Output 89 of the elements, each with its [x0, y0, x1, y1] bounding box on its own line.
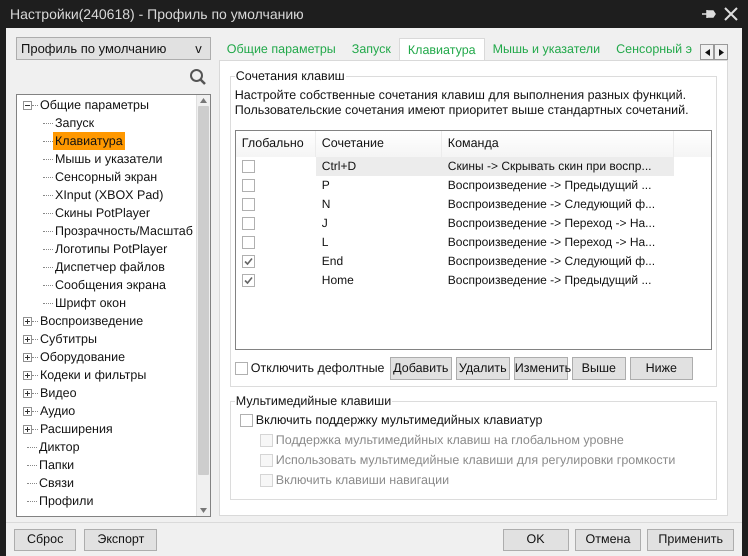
checkbox-label: Использовать мультимедийные клавиши для регулировки громкости — [276, 452, 676, 470]
checkbox[interactable] — [242, 178, 255, 192]
table-cell-text: P — [320, 177, 331, 194]
profile-dropdown[interactable]: Профиль по умолчанию v — [16, 37, 211, 60]
table-cell-text: J — [320, 215, 329, 232]
checkbox-label: Включить поддержку мультимедийных клавиатур — [256, 412, 542, 430]
tree-item[interactable]: Оборудование — [38, 348, 128, 366]
expand-icon[interactable] — [23, 370, 32, 380]
tree-item[interactable]: Диктор — [37, 438, 82, 456]
collapse-icon[interactable] — [23, 100, 32, 110]
tree-item[interactable]: Сообщения экрана — [53, 276, 168, 294]
tree-item[interactable]: Запуск — [53, 114, 96, 132]
expand-icon[interactable] — [23, 352, 32, 362]
tree-item[interactable]: Папки — [37, 456, 76, 474]
table-row[interactable]: End Воспроизведение -> Следующий ф... — [316, 252, 674, 271]
tree-item[interactable]: Кодеки и фильтры — [38, 366, 148, 384]
column-header[interactable]: Глобально — [236, 130, 316, 157]
scroll-up-icon[interactable] — [200, 98, 207, 103]
tree-item[interactable]: Видео — [38, 384, 79, 402]
tree-item[interactable]: Прозрачность/Масштаб — [53, 222, 195, 240]
scrollbar[interactable] — [196, 95, 210, 516]
action-button[interactable]: Ниже — [630, 356, 693, 380]
window-title: Настройки(240618) - Профиль по умолчанию — [10, 4, 304, 24]
footer-button[interactable]: Применить — [647, 528, 734, 550]
tree-item[interactable]: Связи — [37, 474, 76, 492]
table-cell-text: Воспроизведение -> Следующий ф... — [446, 196, 656, 214]
table-cell-text: N — [320, 196, 332, 214]
checkbox-label: Отключить дефолтные — [250, 360, 385, 377]
table-cell-text: Воспроизведение -> Переход -> На... — [446, 215, 656, 232]
table-cell-text: Воспроизведение -> Следующий ф... — [446, 253, 656, 270]
tree-item[interactable]: Аудио — [38, 402, 78, 420]
tree-item[interactable]: Субтитры — [38, 330, 99, 348]
checkbox[interactable] — [242, 254, 255, 268]
expand-icon[interactable] — [23, 424, 32, 434]
scroll-down-icon[interactable] — [200, 508, 207, 513]
checkbox[interactable] — [242, 216, 255, 230]
table-row[interactable]: Ctrl+D Скины -> Скрывать скин при воспр... — [316, 156, 674, 176]
close-icon[interactable] — [724, 7, 738, 21]
checkbox[interactable] — [234, 362, 248, 375]
expand-icon[interactable] — [23, 388, 32, 398]
tree-item[interactable]: Клавиатура — [53, 132, 125, 150]
checkbox-label: Поддержка мультимедийных клавиш на глобальном уровне — [276, 432, 624, 450]
table-cell-text: Home — [320, 272, 355, 290]
action-button[interactable]: Добавить — [390, 356, 452, 380]
footer-button[interactable]: Отмена — [574, 528, 642, 550]
checkbox[interactable] — [242, 160, 255, 173]
tree-item[interactable]: Диспетчер файлов — [53, 258, 167, 276]
tree-item[interactable]: Сенсорный экран — [53, 168, 160, 186]
table-row[interactable]: Home Воспроизведение -> Предыдущий ... — [316, 270, 674, 290]
tree-item[interactable]: Скины PotPlayer — [53, 204, 152, 222]
checkbox[interactable] — [242, 198, 255, 211]
action-button[interactable]: Удалить — [456, 356, 510, 380]
expand-icon[interactable] — [23, 406, 32, 416]
expand-icon[interactable] — [23, 334, 32, 344]
tree-item[interactable]: Расширения — [38, 420, 115, 438]
tree-item[interactable]: Шрифт окон — [53, 294, 128, 312]
group-title: Сочетания клавиш — [234, 68, 346, 85]
table-cell-text: Ctrl+D — [320, 158, 358, 176]
checkbox[interactable] — [240, 414, 253, 427]
table-cell-text: Скины -> Скрывать скин при воспр... — [446, 158, 652, 176]
footer-button[interactable]: OK — [502, 528, 569, 550]
table-cell-text: L — [320, 234, 330, 252]
search-icon[interactable] — [188, 68, 207, 86]
checkbox-label: Включить клавиши навигации — [276, 472, 450, 490]
table-cell-text: End — [320, 253, 344, 270]
tree-item[interactable]: Логотипы PotPlayer — [53, 240, 170, 258]
table-row[interactable]: N Воспроизведение -> Следующий ф... — [316, 194, 674, 214]
pin-icon[interactable] — [702, 8, 716, 20]
checkbox[interactable] — [242, 274, 255, 287]
tree-item[interactable]: XInput (XBOX Pad) — [53, 186, 166, 204]
tree-item[interactable]: Мышь и указатели — [53, 150, 164, 168]
tab-scroll-left-icon[interactable] — [700, 44, 714, 60]
tree-item[interactable]: Общие параметры — [38, 96, 151, 114]
table-row[interactable]: J Воспроизведение -> Переход -> На... — [316, 214, 674, 233]
expand-icon[interactable] — [23, 316, 32, 326]
footer-button[interactable]: Экспорт — [84, 528, 158, 550]
table-cell-text: Воспроизведение -> Переход -> На... — [446, 234, 656, 252]
tree-item[interactable]: Профили — [37, 492, 96, 510]
table-cell-text: Воспроизведение -> Предыдущий ... — [446, 272, 652, 290]
table-row[interactable]: L Воспроизведение -> Переход -> На... — [316, 232, 674, 252]
group-title: Мультимедийные клавиши — [234, 392, 392, 410]
description: Настройте собственные сочетания клавиш для выполнения разных функций. Пользовательские сочетания имеют приоритет выше стандартных сочетаний. — [234, 88, 690, 118]
table-row[interactable]: P Воспроизведение -> Предыдущий ... — [316, 176, 674, 195]
footer-button[interactable]: Сброс — [14, 528, 76, 550]
action-button[interactable]: Выше — [572, 356, 626, 380]
checkbox[interactable] — [242, 236, 255, 249]
tree-item[interactable]: Воспроизведение — [38, 312, 146, 330]
table-cell-text: Воспроизведение -> Предыдущий ... — [446, 177, 652, 194]
tab-scroll-right-icon[interactable] — [714, 44, 728, 60]
